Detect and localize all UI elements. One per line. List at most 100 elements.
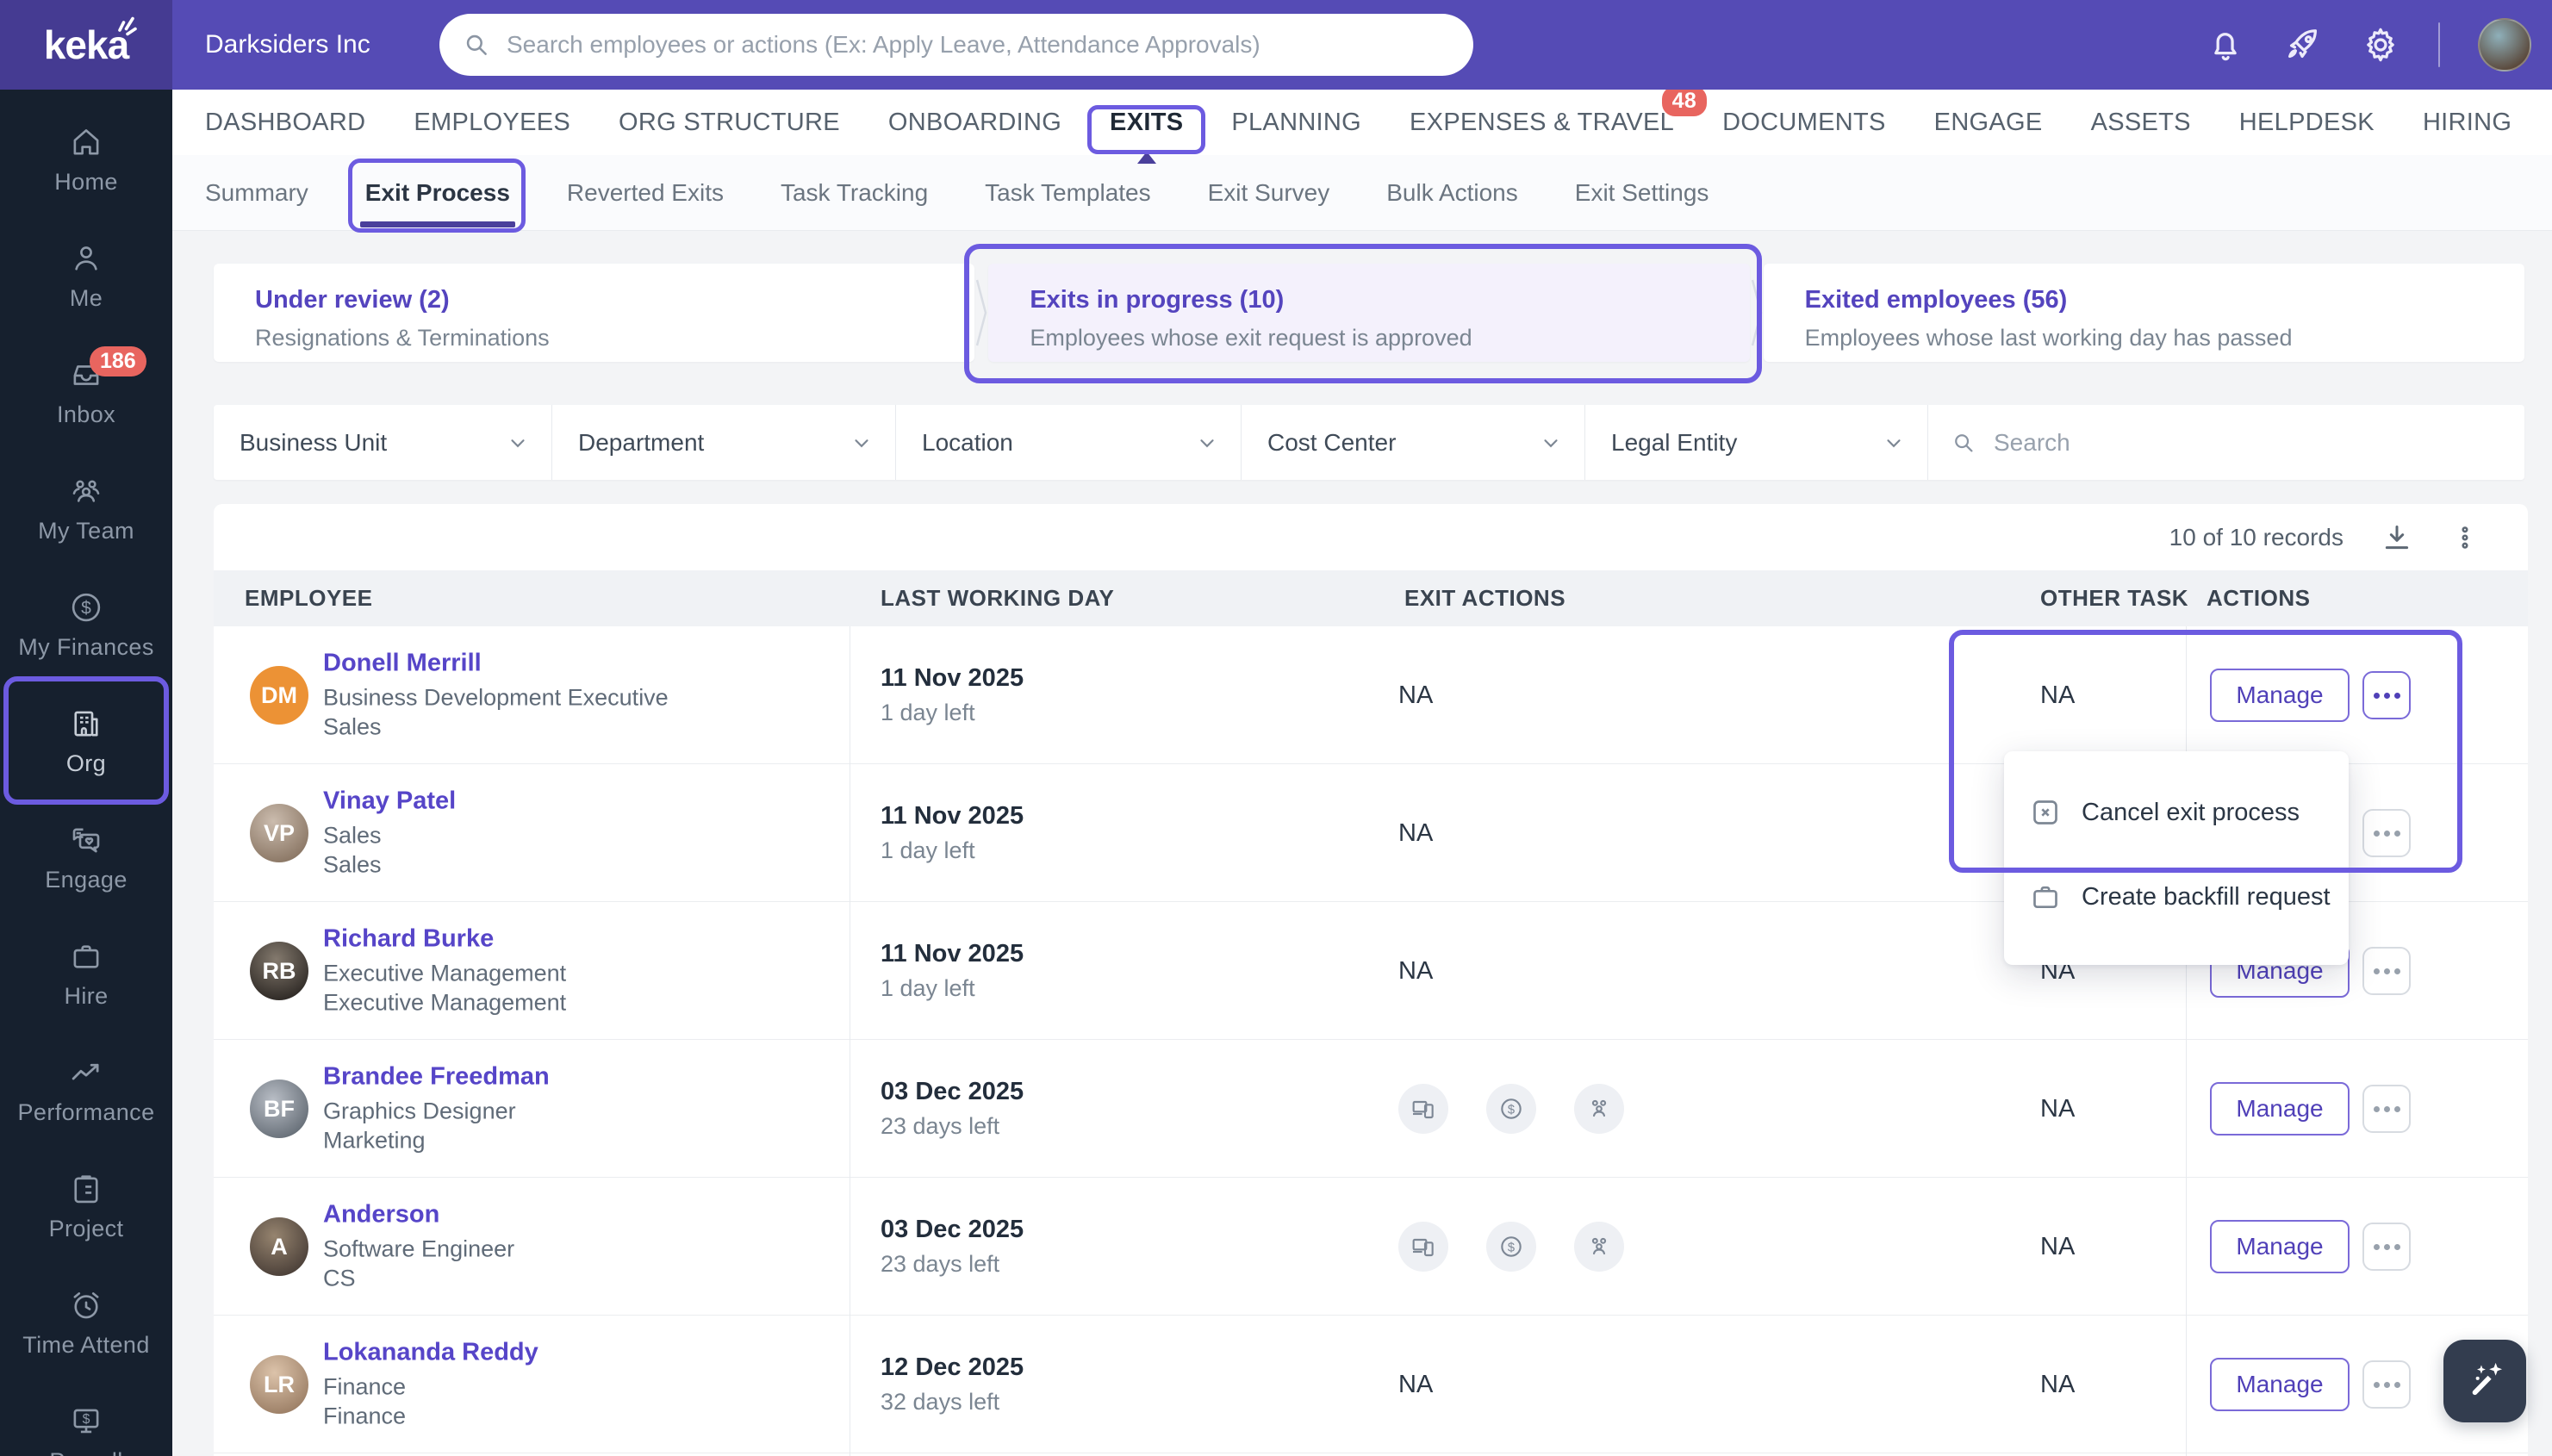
nav-documents[interactable]: DOCUMENTS xyxy=(1722,109,1886,137)
filter-business-unit[interactable]: Business Unit xyxy=(214,405,552,480)
avatar: LR xyxy=(250,1355,308,1414)
tab-exit-process[interactable]: Exit Process xyxy=(365,179,510,207)
bell-icon[interactable] xyxy=(2206,25,2245,65)
tab-reverted-exits[interactable]: Reverted Exits xyxy=(567,179,724,207)
filter-legal-entity[interactable]: Legal Entity xyxy=(1585,405,1928,480)
filter-department[interactable]: Department xyxy=(552,405,896,480)
global-search-input[interactable] xyxy=(507,31,1411,59)
user-avatar[interactable] xyxy=(2478,18,2531,72)
row-menu-button[interactable] xyxy=(2362,1360,2411,1409)
stage-exited-employees[interactable]: Exited employees (56) Employees whose la… xyxy=(1764,264,2524,362)
employee-name-link[interactable]: Brandee Freedman xyxy=(323,1062,550,1091)
sidebar-item-time-attend[interactable]: Time Attend xyxy=(0,1265,172,1381)
employee-name-link[interactable]: Vinay Patel xyxy=(323,787,456,815)
menu-item-create-backfill-request[interactable]: Create backfill request xyxy=(2004,855,2349,939)
last-working-day: 03 Dec 2025 xyxy=(881,1216,1024,1244)
sidebar-item-me[interactable]: Me xyxy=(0,218,172,334)
filter-cost-center[interactable]: Cost Center xyxy=(1242,405,1585,480)
last-working-day: 11 Nov 2025 xyxy=(881,940,1024,968)
column-header-actions: ACTIONS xyxy=(2207,570,2311,626)
sidebar-item-hire[interactable]: Hire xyxy=(0,916,172,1032)
filter-bar: Business Unit Department Location Cost C… xyxy=(214,405,2524,480)
avatar: A xyxy=(250,1217,308,1276)
nav-planning[interactable]: PLANNING xyxy=(1231,109,1361,137)
tab-task-templates[interactable]: Task Templates xyxy=(985,179,1150,207)
devices-icon[interactable] xyxy=(1398,1084,1448,1134)
stage-chevron-icon xyxy=(1750,264,1764,362)
manage-button[interactable]: Manage xyxy=(2210,1220,2350,1273)
top-bar: keka Darksiders Inc xyxy=(0,0,2552,90)
sidebar-item-performance[interactable]: Performance xyxy=(0,1032,172,1148)
manage-button[interactable]: Manage xyxy=(2210,1082,2350,1136)
gear-icon[interactable] xyxy=(2361,25,2400,65)
chevron-down-icon xyxy=(1883,432,1905,454)
stage-under-review[interactable]: Under review (2) Resignations & Terminat… xyxy=(214,264,974,362)
employee-name-link[interactable]: Richard Burke xyxy=(323,924,566,953)
sidebar-item-home[interactable]: Home xyxy=(0,102,172,218)
payout-icon[interactable]: $ xyxy=(1486,1222,1536,1272)
column-header-exit-actions: EXIT ACTIONS xyxy=(1404,570,1565,626)
global-search[interactable] xyxy=(439,14,1473,76)
inbox-badge: 186 xyxy=(90,346,146,376)
tab-summary[interactable]: Summary xyxy=(205,179,308,207)
menu-item-cancel-exit-process[interactable]: Cancel exit process xyxy=(2004,770,2349,855)
tab-exit-survey[interactable]: Exit Survey xyxy=(1208,179,1330,207)
manage-button[interactable]: Manage xyxy=(2210,1358,2350,1411)
table-search[interactable] xyxy=(1928,405,2524,480)
nav-expenses-travel[interactable]: EXPENSES & TRAVEL 48 xyxy=(1410,109,1674,137)
nav-org-structure[interactable]: ORG STRUCTURE xyxy=(619,109,840,137)
exit-actions-value: NA xyxy=(1398,819,1433,848)
briefcase-icon xyxy=(2028,880,2063,914)
employee-name-link[interactable]: Donell Merrill xyxy=(323,649,669,677)
table-row-lokananda-reddy: LR Lokananda Reddy Finance Finance 12 De… xyxy=(214,1316,2528,1453)
tab-task-tracking[interactable]: Task Tracking xyxy=(781,179,928,207)
row-menu-button[interactable] xyxy=(2362,671,2411,719)
sidebar-item-engage[interactable]: Engage xyxy=(0,800,172,916)
tab-exit-settings[interactable]: Exit Settings xyxy=(1575,179,1709,207)
records-count: 10 of 10 records xyxy=(2169,524,2343,551)
people-icon[interactable] xyxy=(1574,1222,1624,1272)
nav-assets[interactable]: ASSETS xyxy=(2091,109,2191,137)
sidebar-item-my-finances[interactable]: $ My Finances xyxy=(0,567,172,683)
days-left: 1 day left xyxy=(881,975,1024,1002)
keka-logo[interactable]: keka xyxy=(0,0,172,90)
sidebar-item-org[interactable]: Org xyxy=(0,683,172,800)
manage-button[interactable]: Manage xyxy=(2210,669,2350,722)
nav-dashboard[interactable]: DASHBOARD xyxy=(205,109,365,137)
row-menu-button[interactable] xyxy=(2362,809,2411,857)
sidebar-item-project[interactable]: Project xyxy=(0,1148,172,1265)
row-actions-menu: Cancel exit process Create backfill requ… xyxy=(2004,751,2349,965)
search-icon xyxy=(462,30,491,59)
employee-title: Business Development Executive xyxy=(323,682,669,712)
nav-employees[interactable]: EMPLOYEES xyxy=(414,109,570,137)
devices-icon[interactable] xyxy=(1398,1222,1448,1272)
employee-name-link[interactable]: Anderson xyxy=(323,1200,514,1229)
kebab-vertical-icon[interactable] xyxy=(2450,520,2480,555)
chevron-down-icon xyxy=(850,432,873,454)
stage-exits-in-progress[interactable]: Exits in progress (10) Employees whose e… xyxy=(988,264,1749,362)
people-icon[interactable] xyxy=(1574,1084,1624,1134)
assistant-fab[interactable] xyxy=(2443,1340,2526,1422)
nav-hiring[interactable]: HIRING xyxy=(2423,109,2512,137)
row-menu-button[interactable] xyxy=(2362,1085,2411,1133)
row-menu-button[interactable] xyxy=(2362,947,2411,995)
sidebar-item-inbox[interactable]: 186 Inbox xyxy=(0,334,172,451)
sidebar-item-my-team[interactable]: My Team xyxy=(0,451,172,567)
rocket-icon[interactable] xyxy=(2283,25,2323,65)
download-icon[interactable] xyxy=(2380,520,2414,555)
employee-department: Sales xyxy=(323,849,456,879)
row-menu-button[interactable] xyxy=(2362,1223,2411,1271)
nav-engage[interactable]: ENGAGE xyxy=(1934,109,2043,137)
tab-bulk-actions[interactable]: Bulk Actions xyxy=(1386,179,1518,207)
employee-name-link[interactable]: Lokananda Reddy xyxy=(323,1338,538,1366)
payout-icon[interactable]: $ xyxy=(1486,1084,1536,1134)
sidebar-item-payroll[interactable]: $ Payroll xyxy=(0,1381,172,1456)
active-tab-arrow-icon xyxy=(1137,152,1156,164)
svg-text:$: $ xyxy=(83,1412,90,1427)
nav-helpdesk[interactable]: HELPDESK xyxy=(2239,109,2375,137)
nav-onboarding[interactable]: ONBOARDING xyxy=(888,109,1061,137)
filter-location[interactable]: Location xyxy=(896,405,1242,480)
cancel-square-icon xyxy=(2028,795,2063,830)
nav-exits[interactable]: EXITS xyxy=(1110,109,1183,137)
table-search-input[interactable] xyxy=(1994,429,2442,457)
